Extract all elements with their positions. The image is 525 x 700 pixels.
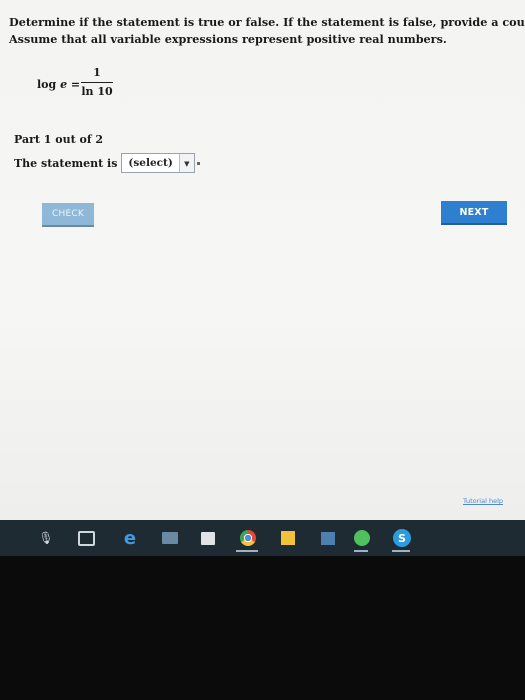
statement-row: The statement is (select) ▼	[14, 152, 200, 174]
equals-sign: =	[70, 78, 81, 91]
browser-content: Determine if the statement is true or fa…	[0, 0, 525, 520]
statement-prefix: The statement is	[14, 156, 118, 170]
part-label: Part 1 out of 2	[14, 133, 104, 146]
chrome-icon[interactable]	[238, 528, 258, 548]
taskbar: 🎙 e S	[0, 520, 525, 556]
skype-running-indicator	[392, 550, 410, 552]
chevron-down-icon[interactable]: ▼	[179, 154, 194, 172]
skype-icon[interactable]: S	[392, 528, 412, 548]
fraction-bar	[81, 82, 113, 83]
log-text: log	[37, 78, 57, 91]
microphone-icon[interactable]: 🎙	[36, 528, 56, 548]
problem-line-2: Assume that all variable expressions rep…	[9, 32, 447, 46]
store-icon[interactable]	[198, 528, 218, 548]
fraction-denominator: ln 10	[81, 85, 113, 98]
variable-e: e	[60, 78, 68, 91]
fraction-numerator: 1	[93, 66, 101, 79]
next-button[interactable]: NEXT	[441, 201, 507, 225]
monitor-bezel-area	[0, 556, 525, 700]
sticky-notes-icon[interactable]	[278, 528, 298, 548]
task-view-icon[interactable]	[76, 528, 96, 548]
problem-line-1: Determine if the statement is true or fa…	[9, 15, 525, 29]
formula-lhs: log e =	[37, 78, 80, 91]
select-tail-dot	[196, 161, 200, 165]
spotify-running-indicator	[354, 550, 368, 552]
chrome-running-indicator	[236, 550, 258, 552]
select-value: (select)	[122, 154, 180, 172]
photos-icon[interactable]	[160, 528, 180, 548]
true-false-select[interactable]: (select) ▼	[121, 153, 195, 173]
tutorial-help-link[interactable]: Tutorial help	[463, 497, 503, 505]
edge-icon[interactable]: e	[120, 528, 140, 549]
fraction: 1 ln 10	[81, 66, 113, 99]
media-player-icon[interactable]	[318, 528, 338, 548]
spotify-icon[interactable]	[352, 528, 372, 548]
problem-instructions: Determine if the statement is true or fa…	[9, 14, 525, 48]
skype-letter: S	[393, 529, 411, 547]
check-button[interactable]: CHECK	[42, 203, 94, 227]
